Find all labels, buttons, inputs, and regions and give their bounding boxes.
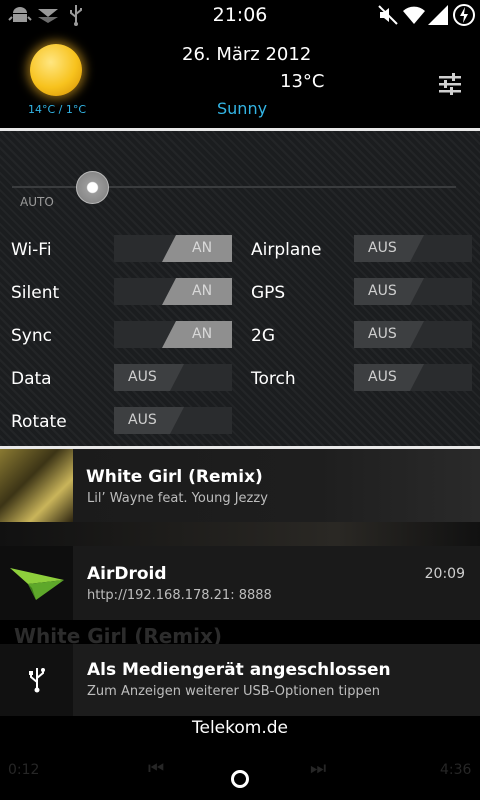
rotate-switch[interactable]: AUS: [114, 407, 232, 434]
toggle-label-wifi: Wi-Fi: [11, 240, 52, 260]
switch-state: AUS: [368, 369, 397, 385]
usb-notification[interactable]: Als Mediengerät angeschlossen Zum Anzeig…: [0, 644, 480, 716]
airdroid-url: http://192.168.178.21: 8888: [87, 588, 272, 603]
quick-toggles-panel: AUTO Wi-Fi AN Silent AN Sync AN Data AUS…: [0, 131, 480, 446]
gps-switch[interactable]: AUS: [354, 278, 472, 305]
music-artist: Lil’ Wayne feat. Young Jezzy: [87, 491, 268, 506]
wifi-icon: [403, 6, 425, 24]
toggle-label-torch: Torch: [251, 369, 296, 389]
temp-range: 14°C / 1°C: [28, 103, 87, 116]
weather-condition: Sunny: [217, 99, 268, 118]
duration-time: 4:36: [440, 762, 472, 778]
settings-sliders-icon[interactable]: [436, 70, 464, 98]
signal-icon: [428, 5, 448, 25]
airdroid-time: 20:09: [424, 566, 465, 582]
carrier-label: Telekom.de: [192, 718, 288, 738]
brightness-slider-thumb[interactable]: [76, 171, 109, 204]
drawer-handle[interactable]: [231, 770, 249, 788]
usb-subtitle: Zum Anzeigen weiterer USB-Optionen tippe…: [87, 684, 380, 699]
switch-state: AUS: [128, 412, 157, 428]
airdroid-title: AirDroid: [87, 564, 167, 584]
switch-state: AN: [192, 326, 213, 342]
music-title: White Girl (Remix): [86, 467, 263, 487]
airdroid-notification[interactable]: AirDroid http://192.168.178.21: 8888 20:…: [0, 546, 480, 620]
toggle-label-2g: 2G: [251, 326, 275, 346]
usb-title: Als Mediengerät angeschlossen: [87, 660, 391, 680]
bottom-bar: Telekom.de 0:12 4:36 ⏮ ⏭: [0, 716, 480, 800]
switch-state: AN: [192, 283, 213, 299]
switch-state: AUS: [368, 283, 397, 299]
temperature-label: 13°C: [280, 71, 325, 92]
toggle-label-sync: Sync: [11, 326, 52, 346]
previous-icon: ⏮: [148, 758, 165, 779]
brightness-auto-label[interactable]: AUTO: [20, 195, 54, 209]
battery-charging-icon: [453, 4, 475, 26]
data-switch[interactable]: AUS: [114, 364, 232, 391]
wifi-switch[interactable]: AN: [114, 235, 232, 262]
weather-header[interactable]: 14°C / 1°C 26. März 2012 13°C Sunny: [0, 30, 480, 128]
toggle-label-rotate: Rotate: [11, 412, 67, 432]
music-notification[interactable]: White Girl (Remix) Lil’ Wayne feat. Youn…: [0, 449, 480, 522]
usb-icon-box: [0, 644, 73, 716]
status-bar: 21:06: [0, 0, 480, 30]
toggle-label-silent: Silent: [11, 283, 60, 303]
date-label: 26. März 2012: [182, 44, 312, 65]
silent-switch[interactable]: AN: [114, 278, 232, 305]
next-icon: ⏭: [310, 758, 327, 779]
background-gap: [0, 522, 480, 546]
toggle-label-data: Data: [11, 369, 52, 389]
airdroid-icon-box: [0, 546, 73, 620]
switch-state: AUS: [368, 240, 397, 256]
switch-state: AUS: [368, 326, 397, 342]
torch-switch[interactable]: AUS: [354, 364, 472, 391]
album-art: [0, 449, 73, 522]
switch-state: AN: [192, 240, 213, 256]
mute-icon: [378, 5, 398, 25]
toggle-label-gps: GPS: [251, 283, 286, 303]
airdroid-icon: [10, 568, 64, 600]
2g-switch[interactable]: AUS: [354, 321, 472, 348]
switch-state: AUS: [128, 369, 157, 385]
toggle-label-airplane: Airplane: [251, 240, 322, 260]
sync-switch[interactable]: AN: [114, 321, 232, 348]
airplane-switch[interactable]: AUS: [354, 235, 472, 262]
usb-icon: [29, 668, 45, 693]
elapsed-time: 0:12: [8, 762, 40, 778]
sun-icon: [30, 44, 82, 96]
